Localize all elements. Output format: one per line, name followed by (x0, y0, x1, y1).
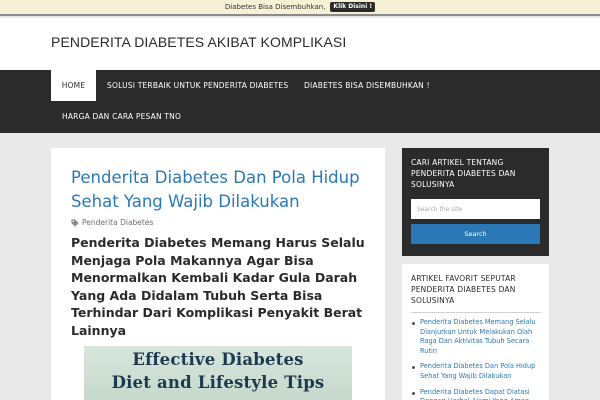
nav-item-harga[interactable]: HARGA DAN CARA PESAN TNO (62, 101, 181, 132)
site-title[interactable]: PENDERITA DIABETES AKIBAT KOMPLIKASI (51, 34, 346, 50)
post-heading: Penderita Diabetes Memang Harus Selalu M… (71, 235, 365, 338)
favorites-widget-title: ARTIKEL FAVORIT SEPUTAR PENDERITA DIABET… (411, 274, 516, 305)
post-title[interactable]: Penderita Diabetes Dan Pola Hidup Sehat … (71, 166, 371, 214)
announcement-button[interactable]: Klik Disini ! (330, 2, 376, 12)
nav-item-disembuhkan[interactable]: DIABETES BISA DISEMBUHKAN ! (304, 70, 430, 101)
post-category: Penderita Diabetes (71, 218, 153, 227)
nav-item-home[interactable]: HOME (51, 70, 96, 101)
favorites-list-item[interactable]: Penderita Diabetes Dan Pola Hidup Sehat … (411, 362, 545, 381)
favorites-list-item[interactable]: Penderita Diabetes Dapat Diatasi Dengan … (411, 388, 545, 400)
main-nav: HOME SOLUSI TERBAIK UNTUK PENDERITA DIAB… (0, 70, 600, 133)
tag-icon (71, 218, 79, 227)
favorites-list: Penderita Diabetes Memang Selalu Dianjur… (411, 318, 545, 400)
favorites-list-item[interactable]: Penderita Diabetes Memang Selalu Dianjur… (411, 318, 545, 356)
search-widget: CARI ARTIKEL TENTANG PENDERITA DIABETES … (402, 148, 549, 256)
announcement-text: Diabetes Bisa Disembuhkan, (224, 3, 326, 11)
favorites-widget: ARTIKEL FAVORIT SEPUTAR PENDERITA DIABET… (402, 264, 549, 400)
site-header: PENDERITA DIABETES AKIBAT KOMPLIKASI (0, 18, 600, 70)
nav-item-solusi[interactable]: SOLUSI TERBAIK UNTUK PENDERITA DIABETES (107, 70, 288, 101)
main-content: Penderita Diabetes Dan Pola Hidup Sehat … (51, 148, 385, 400)
search-button[interactable]: Search (411, 224, 540, 244)
post-image-line-1: Effective Diabetes (132, 350, 304, 369)
search-input[interactable] (411, 199, 540, 219)
post-category-link[interactable]: Penderita Diabetes (82, 218, 153, 227)
announcement-bar: Diabetes Bisa Disembuhkan, Klik Disini ! (0, 0, 600, 16)
search-widget-title: CARI ARTIKEL TENTANG PENDERITA DIABETES … (411, 158, 516, 189)
widget-divider (411, 312, 541, 313)
post-featured-image: Effective Diabetes Diet and Lifestyle Ti… (84, 346, 352, 400)
post-image-line-2: Diet and Lifestyle Tips (111, 373, 325, 392)
